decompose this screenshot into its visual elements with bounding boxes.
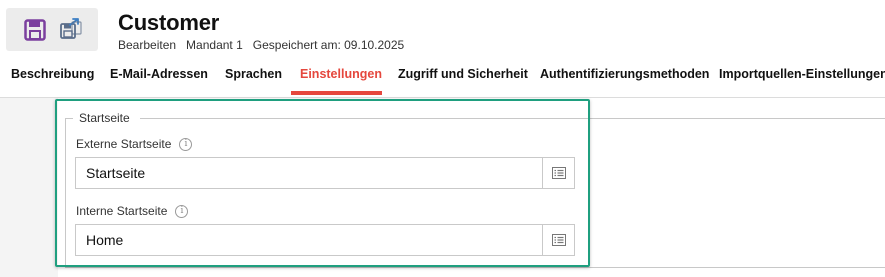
tab-einstellungen[interactable]: Einstellungen: [300, 67, 382, 81]
tab-zugriff-sicherheit[interactable]: Zugriff und Sicherheit: [398, 67, 528, 81]
tab-beschreibung[interactable]: Beschreibung: [11, 67, 94, 81]
active-tab-indicator: [291, 91, 382, 95]
page-title: Customer: [118, 10, 220, 35]
focus-highlight-frame: [55, 99, 590, 267]
page-meta: Bearbeiten Mandant 1 Gespeichert am: 09.…: [118, 38, 404, 52]
meta-saved: Gespeichert am: 09.10.2025: [252, 38, 405, 52]
tab-email-adressen[interactable]: E-Mail-Adressen: [110, 67, 208, 81]
save-as-icon: [60, 18, 82, 39]
toolbar: [6, 8, 98, 51]
tab-importquellen-einstellungen[interactable]: Importquellen-Einstellungen: [719, 67, 885, 81]
fieldset-border-bottom: [65, 267, 885, 268]
tab-bar: Beschreibung E-Mail-Adressen Sprachen Ei…: [0, 63, 885, 97]
save-icon: [24, 19, 46, 41]
save-as-button[interactable]: [56, 14, 86, 44]
tab-sprachen[interactable]: Sprachen: [225, 67, 282, 81]
tab-authentifizierungsmethoden[interactable]: Authentifizierungsmethoden: [540, 67, 709, 81]
meta-tenant: Mandant 1: [186, 38, 243, 52]
save-button[interactable]: [20, 15, 50, 45]
meta-mode: Bearbeiten: [118, 38, 177, 52]
